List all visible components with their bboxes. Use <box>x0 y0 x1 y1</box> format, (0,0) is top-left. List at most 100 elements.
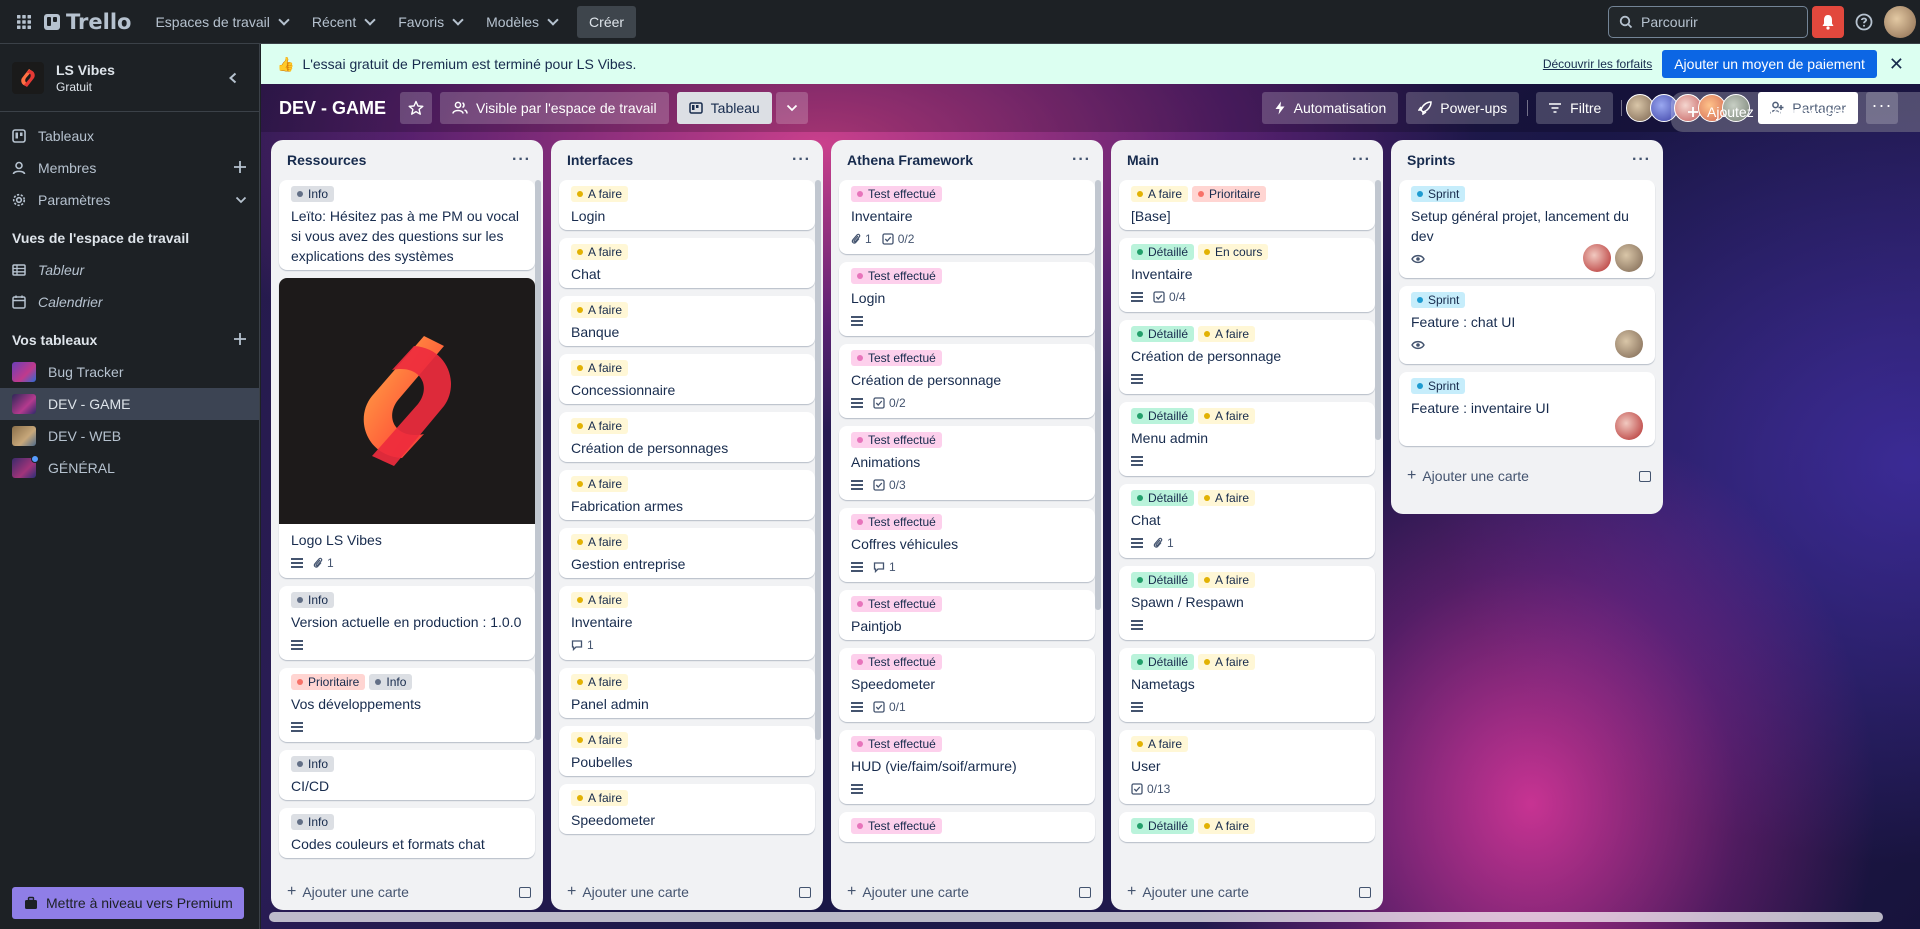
plus-icon[interactable] <box>233 332 247 349</box>
card-label[interactable]: Test effectué <box>851 432 942 448</box>
card-label[interactable]: Détaillé <box>1131 326 1195 342</box>
help-button[interactable] <box>1848 6 1880 38</box>
app-switcher-icon[interactable] <box>8 6 40 38</box>
card[interactable]: Test effectué Coffres véhicules 1 <box>839 508 1095 582</box>
card-label[interactable]: A faire <box>1198 818 1256 834</box>
card-label[interactable]: Test effectué <box>851 654 942 670</box>
card-label[interactable]: Détaillé <box>1131 818 1195 834</box>
list-header[interactable]: Ressources ··· <box>271 140 543 180</box>
card[interactable]: Info Codes couleurs et formats chat <box>279 808 535 858</box>
powerups-button[interactable]: Power-ups <box>1406 92 1520 124</box>
add-list-button[interactable]: Ajoutez une autre liste <box>1671 92 1920 132</box>
sidebar-item-table-view[interactable]: Tableur <box>0 254 259 286</box>
member-avatar[interactable] <box>1615 412 1643 440</box>
automation-button[interactable]: Automatisation <box>1261 92 1399 124</box>
card-label[interactable]: A faire <box>571 418 629 434</box>
card-label[interactable]: Détaillé <box>1131 244 1195 260</box>
card[interactable]: Prioritaire Info Vos développements <box>279 668 535 742</box>
card-label[interactable]: A faire <box>571 476 629 492</box>
add-payment-button[interactable]: Ajouter un moyen de paiement <box>1662 50 1877 78</box>
card[interactable]: Info CI/CD <box>279 750 535 800</box>
card-label[interactable]: Info <box>291 186 335 202</box>
card-label[interactable]: Test effectué <box>851 350 942 366</box>
card-label[interactable]: Détaillé <box>1131 572 1195 588</box>
list-header[interactable]: Athena Framework ··· <box>831 140 1103 180</box>
card[interactable]: Info Leïto: Hésitez pas à me PM ou vocal … <box>279 180 535 270</box>
card[interactable]: A faire User 0/13 <box>1119 730 1375 804</box>
card-label[interactable]: A faire <box>1198 654 1256 670</box>
card-label[interactable]: Test effectué <box>851 186 942 202</box>
template-icon[interactable] <box>1639 470 1651 482</box>
list-scrollbar[interactable] <box>535 180 541 740</box>
horizontal-scrollbar[interactable] <box>269 912 1883 922</box>
card[interactable]: Détaillé A faire <box>1119 812 1375 842</box>
sidebar-item-members[interactable]: Membres <box>0 152 259 184</box>
card[interactable]: Test effectué Speedometer 0/1 <box>839 648 1095 722</box>
sidebar-item-calendar-view[interactable]: Calendrier <box>0 286 259 318</box>
add-card-button[interactable]: + Ajouter une carte <box>831 874 1103 910</box>
card-label[interactable]: Info <box>369 674 413 690</box>
card[interactable]: Détaillé En cours Inventaire 0/4 <box>1119 238 1375 312</box>
card[interactable]: A faire Gestion entreprise <box>559 528 815 578</box>
card[interactable]: A faire Speedometer <box>559 784 815 834</box>
card[interactable]: A faire Panel admin <box>559 668 815 718</box>
card-label[interactable]: Détaillé <box>1131 654 1195 670</box>
sidebar-board-bug-tracker[interactable]: Bug Tracker <box>0 356 259 388</box>
star-button[interactable] <box>400 92 433 124</box>
card-label[interactable]: A faire <box>571 592 629 608</box>
board-title[interactable]: DEV - GAME <box>275 98 390 119</box>
add-card-button[interactable]: + Ajouter une carte <box>1391 458 1663 494</box>
notifications-button[interactable] <box>1812 6 1844 38</box>
card[interactable]: Détaillé A faire Menu admin <box>1119 402 1375 476</box>
card-label[interactable]: Sprint <box>1411 186 1466 202</box>
card-label[interactable]: A faire <box>571 732 629 748</box>
list-menu-icon[interactable]: ··· <box>792 151 811 169</box>
card-label[interactable]: A faire <box>571 360 629 376</box>
card-label[interactable]: Sprint <box>1411 292 1466 308</box>
view-switcher-button[interactable] <box>775 92 808 124</box>
list-title[interactable]: Main <box>1127 152 1159 168</box>
card[interactable]: Test effectué <box>839 812 1095 842</box>
nav-starred[interactable]: Favoris <box>386 6 474 38</box>
card[interactable]: Détaillé A faire Création de personnage <box>1119 320 1375 394</box>
card-label[interactable]: Détaillé <box>1131 408 1195 424</box>
close-icon[interactable]: ✕ <box>1889 54 1904 75</box>
card[interactable]: A faire Création de personnages <box>559 412 815 462</box>
card-label[interactable]: A faire <box>571 790 629 806</box>
template-icon[interactable] <box>519 886 531 898</box>
trello-logo[interactable]: Trello <box>44 10 131 34</box>
card[interactable]: Sprint Feature : chat UI <box>1399 286 1655 364</box>
member-avatar[interactable] <box>1615 244 1643 272</box>
template-icon[interactable] <box>799 886 811 898</box>
card-label[interactable]: A faire <box>571 302 629 318</box>
card-label[interactable]: Test effectué <box>851 736 942 752</box>
list-scrollbar[interactable] <box>1095 180 1101 610</box>
card[interactable]: A faire Poubelles <box>559 726 815 776</box>
card-label[interactable]: Info <box>291 814 335 830</box>
card-label[interactable]: Test effectué <box>851 818 942 834</box>
card-label[interactable]: A faire <box>1131 186 1189 202</box>
list-scrollbar[interactable] <box>815 180 821 740</box>
member-avatar[interactable] <box>1583 244 1611 272</box>
upgrade-premium-button[interactable]: Mettre à niveau vers Premium <box>12 887 244 919</box>
card[interactable]: A faire Login <box>559 180 815 230</box>
card-label[interactable]: Prioritaire <box>1192 186 1267 202</box>
card[interactable]: Sprint Feature : inventaire UI <box>1399 372 1655 446</box>
nav-workspaces[interactable]: Espaces de travail <box>143 6 299 38</box>
card[interactable]: Sprint Setup général projet, lancement du… <box>1399 180 1655 278</box>
list-menu-icon[interactable]: ··· <box>1072 151 1091 169</box>
list-menu-icon[interactable]: ··· <box>1632 151 1651 169</box>
template-icon[interactable] <box>1079 886 1091 898</box>
card[interactable]: Détaillé A faire Spawn / Respawn <box>1119 566 1375 640</box>
card[interactable]: Info Version actuelle en production : 1.0… <box>279 586 535 660</box>
search-input[interactable]: Parcourir <box>1608 6 1808 38</box>
card[interactable]: A faire Fabrication armes <box>559 470 815 520</box>
add-card-button[interactable]: + Ajouter une carte <box>1111 874 1383 910</box>
card-label[interactable]: A faire <box>1198 572 1256 588</box>
card-label[interactable]: Test effectué <box>851 596 942 612</box>
card-label[interactable]: Sprint <box>1411 378 1466 394</box>
card-label[interactable]: A faire <box>1198 326 1256 342</box>
list-header[interactable]: Interfaces ··· <box>551 140 823 180</box>
list-header[interactable]: Main ··· <box>1111 140 1383 180</box>
card[interactable]: A faire Inventaire 1 <box>559 586 815 660</box>
